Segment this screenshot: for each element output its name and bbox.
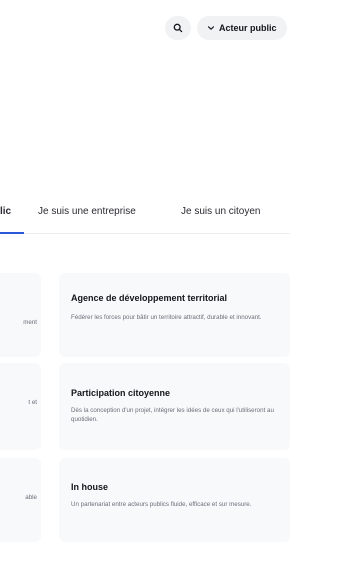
- tab-label: Je suis un citoyen: [181, 206, 261, 217]
- search-icon: [173, 23, 183, 33]
- tab-label: Je suis une entreprise: [38, 206, 136, 217]
- service-card-in-house[interactable]: In house Un partenariat entre acteurs pu…: [59, 458, 290, 542]
- card-description-fragment: ment: [23, 319, 37, 326]
- card-description: Fédérer les forces pour bâtir un territo…: [71, 314, 262, 321]
- service-card-partial[interactable]: able: [0, 458, 41, 542]
- card-description: Dès la conception d'un projet, intégrer …: [71, 407, 274, 423]
- tab-label: lic: [0, 206, 12, 217]
- service-card-participation[interactable]: Participation citoyenne Dès la conceptio…: [59, 363, 290, 450]
- service-card-partial[interactable]: t et: [0, 363, 41, 450]
- actor-select-button[interactable]: Acteur public: [197, 16, 287, 40]
- search-button[interactable]: [165, 16, 191, 40]
- service-card-agence[interactable]: Agence de développement territorial Fédé…: [59, 273, 290, 357]
- tab-citoyen[interactable]: Je suis un citoyen: [181, 206, 261, 217]
- chevron-down-icon: [207, 26, 215, 30]
- service-card-partial[interactable]: ment: [0, 273, 41, 357]
- page: Acteur public lic Je suis une entreprise…: [0, 0, 353, 566]
- card-description-fragment: able: [25, 494, 37, 501]
- card-title: In house: [71, 482, 109, 492]
- actor-select-label: Acteur public: [219, 23, 277, 33]
- tab-acteur-public[interactable]: lic: [0, 206, 11, 217]
- card-description: Un partenariat entre acteurs publics flu…: [71, 501, 252, 508]
- tab-entreprise[interactable]: Je suis une entreprise: [38, 206, 136, 217]
- card-title: Participation citoyenne: [71, 388, 171, 398]
- card-title: Agence de développement territorial: [71, 293, 228, 303]
- card-description-fragment: t et: [28, 399, 37, 406]
- active-tab-indicator: [0, 232, 24, 234]
- audience-tabs: lic Je suis une entreprise Je suis un ci…: [0, 198, 290, 234]
